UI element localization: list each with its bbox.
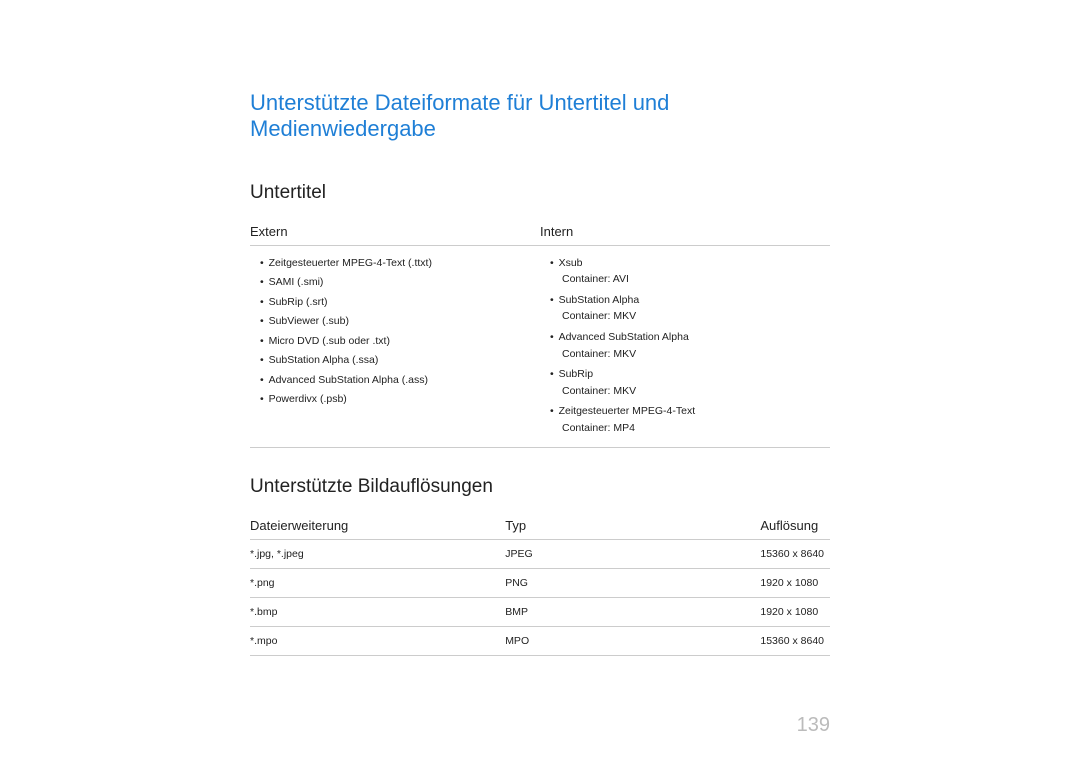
- col-header-type: Typ: [505, 512, 760, 540]
- list-item-sub: Container: MP4: [550, 422, 830, 436]
- col-header-intern: Intern: [540, 218, 830, 246]
- list-item: Powerdivx (.psb): [260, 390, 540, 409]
- table-cell: *.bmp: [250, 598, 505, 627]
- col-header-res: Auflösung: [760, 512, 830, 540]
- col-header-ext: Dateierweiterung: [250, 512, 505, 540]
- col-header-extern: Extern: [250, 218, 540, 246]
- page-number: 139: [797, 714, 830, 737]
- list-item-sub: Container: MKV: [550, 348, 830, 362]
- table-cell: *.mpo: [250, 627, 505, 656]
- section-subtitle-title: Untertitel: [250, 182, 830, 204]
- list-item: Xsub: [550, 254, 830, 273]
- list-item: SubRip: [550, 365, 830, 384]
- table-cell: *.png: [250, 569, 505, 598]
- table-row: *.bmpBMP1920 x 1080: [250, 598, 830, 627]
- list-item: SubStation Alpha: [550, 291, 830, 310]
- list-item-sub: Container: MKV: [550, 385, 830, 399]
- extern-cell: Zeitgesteuerter MPEG-4-Text (.ttxt)SAMI …: [250, 246, 540, 448]
- list-item: SubStation Alpha (.ssa): [260, 351, 540, 370]
- list-item: Advanced SubStation Alpha (.ass): [260, 371, 540, 390]
- subtitle-table: Extern Intern Zeitgesteuerter MPEG-4-Tex…: [250, 218, 830, 448]
- list-item: SubViewer (.sub): [260, 312, 540, 331]
- table-cell: JPEG: [505, 540, 760, 569]
- list-item: SAMI (.smi): [260, 273, 540, 292]
- section-resolutions-title: Unterstützte Bildauflösungen: [250, 476, 830, 498]
- table-cell: BMP: [505, 598, 760, 627]
- table-cell: 15360 x 8640: [760, 540, 830, 569]
- list-item-sub: Container: AVI: [550, 273, 830, 287]
- list-item: Zeitgesteuerter MPEG-4-Text: [550, 402, 830, 421]
- table-cell: 1920 x 1080: [760, 569, 830, 598]
- table-row: *.jpg, *.jpegJPEG15360 x 8640: [250, 540, 830, 569]
- list-item: Zeitgesteuerter MPEG-4-Text (.ttxt): [260, 254, 540, 273]
- table-cell: MPO: [505, 627, 760, 656]
- list-item-sub: Container: MKV: [550, 310, 830, 324]
- table-cell: PNG: [505, 569, 760, 598]
- table-cell: 15360 x 8640: [760, 627, 830, 656]
- table-cell: 1920 x 1080: [760, 598, 830, 627]
- resolutions-table: Dateierweiterung Typ Auflösung *.jpg, *.…: [250, 512, 830, 656]
- table-row: *.pngPNG1920 x 1080: [250, 569, 830, 598]
- main-title: Unterstützte Dateiformate für Untertitel…: [250, 90, 830, 142]
- intern-cell: XsubContainer: AVISubStation AlphaContai…: [540, 246, 830, 448]
- list-item: Advanced SubStation Alpha: [550, 328, 830, 347]
- table-row: *.mpoMPO15360 x 8640: [250, 627, 830, 656]
- list-item: Micro DVD (.sub oder .txt): [260, 332, 540, 351]
- list-item: SubRip (.srt): [260, 293, 540, 312]
- table-cell: *.jpg, *.jpeg: [250, 540, 505, 569]
